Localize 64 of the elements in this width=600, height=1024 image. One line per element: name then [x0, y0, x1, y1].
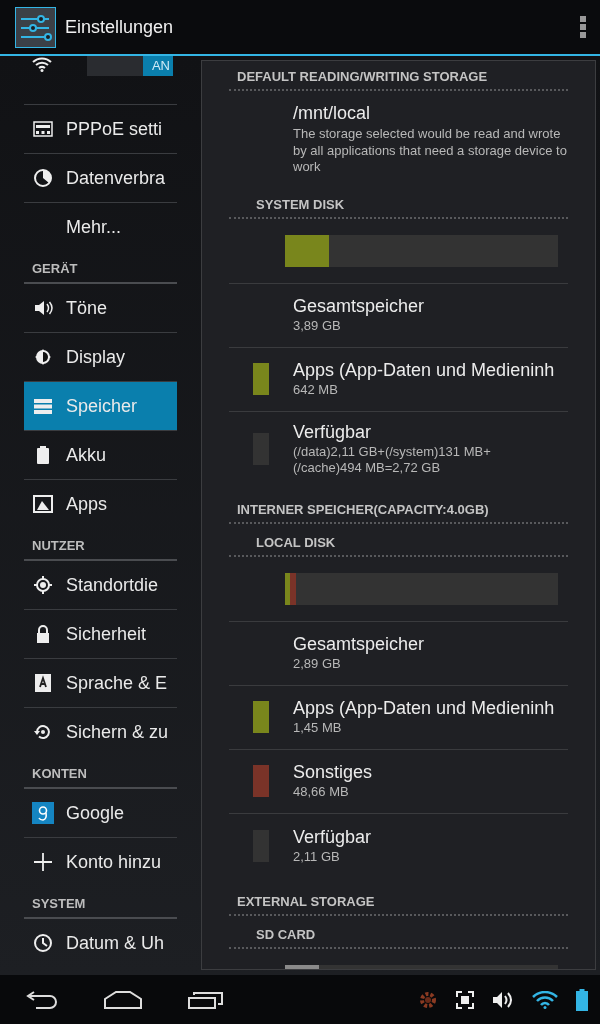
- gear-icon: [418, 989, 438, 1010]
- section-header: NUTZER: [24, 528, 177, 561]
- section-header: GERÄT: [24, 251, 177, 284]
- sidebar-item[interactable]: Sicherheit: [24, 610, 177, 659]
- restore-icon: [33, 722, 53, 742]
- sidebar-item[interactable]: Mehr...: [24, 203, 177, 251]
- keyboard-key-icon: [33, 673, 53, 693]
- storage-icon: [33, 396, 53, 416]
- subsection-header: SD CARD: [229, 915, 568, 949]
- speaker-icon: [33, 298, 53, 318]
- entry-title: Gesamtspeicher: [293, 633, 426, 656]
- location-icon: [33, 575, 53, 595]
- entry-title: Sonstiges: [293, 761, 374, 784]
- entry-title: Verfügbar: [293, 825, 373, 848]
- wifi-icon: [532, 990, 558, 1009]
- google-logo-icon: [32, 802, 54, 824]
- wifi-icon: [32, 56, 52, 72]
- section-header: KONTEN: [24, 756, 177, 789]
- sidebar-item[interactable]: PPPoE setti: [24, 105, 177, 154]
- entry-value: 642 MB: [293, 382, 339, 399]
- entry-value: 48,66 MB: [293, 784, 350, 801]
- entry-value: 3,89 GB: [293, 318, 342, 335]
- subsection-header: SYSTEM DISK: [229, 185, 568, 219]
- home-icon[interactable]: [104, 990, 142, 1009]
- entry-value: (/data)2,11 GB+(/system)131 MB+(/cache)494 MB=2,72 GB: [293, 443, 492, 477]
- entry-title: Verfügbar: [293, 420, 373, 443]
- entry-value: 2,89 GB: [293, 656, 342, 673]
- sidebar-item[interactable]: Speicher: [24, 382, 177, 431]
- apps-icon: [33, 494, 53, 514]
- section-header: EXTERNAL STORAGE: [229, 885, 568, 916]
- option-summary: The storage selected would be read and wrote by all applications that need a storage device to work: [293, 126, 568, 176]
- sidebar-item[interactable]: Datenverbra: [24, 154, 177, 203]
- entry-value: 2,11 GB: [293, 848, 341, 866]
- entry-title: Apps (App-Daten und Medieninh: [293, 697, 555, 720]
- sidebar-item[interactable]: Google: [24, 789, 177, 838]
- sidebar-item[interactable]: Akku: [24, 431, 177, 480]
- sidebar-item[interactable]: Sprache & E: [24, 659, 177, 708]
- volume-icon: [492, 990, 514, 1009]
- recent-apps-icon[interactable]: [188, 990, 224, 1009]
- back-icon[interactable]: [24, 990, 58, 1009]
- adsl-icon: [33, 119, 53, 139]
- clock-icon: [33, 933, 53, 953]
- subsection-header: LOCAL DISK: [229, 523, 568, 557]
- pie-chart-icon: [33, 168, 53, 188]
- sidebar-item[interactable]: Konto hinzu: [24, 838, 177, 886]
- sidebar-item[interactable]: Standortdie: [24, 561, 177, 610]
- sidebar-item[interactable]: Apps: [24, 480, 177, 528]
- entry-title: Gesamtspeicher: [293, 295, 426, 318]
- sidebar-item[interactable]: Töne: [24, 284, 177, 333]
- sidebar-item[interactable]: Datum & Uh: [24, 919, 177, 967]
- storage-path[interactable]: /mnt/local: [293, 102, 568, 124]
- sidebar-item[interactable]: Sichern & zu: [24, 708, 177, 756]
- entry-title: Apps (App-Daten und Medieninh: [293, 359, 555, 382]
- settings-app-icon[interactable]: [15, 6, 56, 48]
- section-header: DEFAULT READING/WRITING STORAGE: [229, 61, 568, 91]
- window-title: Einstellungen: [65, 16, 175, 38]
- screenshot-icon: [456, 990, 474, 1009]
- entry-value: 1,45 MB: [293, 720, 343, 737]
- battery-icon: [576, 988, 588, 1011]
- section-header: SYSTEM: [24, 886, 177, 919]
- brightness-icon: [33, 347, 53, 367]
- plus-icon: [33, 852, 53, 872]
- overflow-menu-icon[interactable]: [580, 16, 586, 38]
- section-header: INTERNER SPEICHER(CAPACITY:4.0GB): [229, 493, 568, 524]
